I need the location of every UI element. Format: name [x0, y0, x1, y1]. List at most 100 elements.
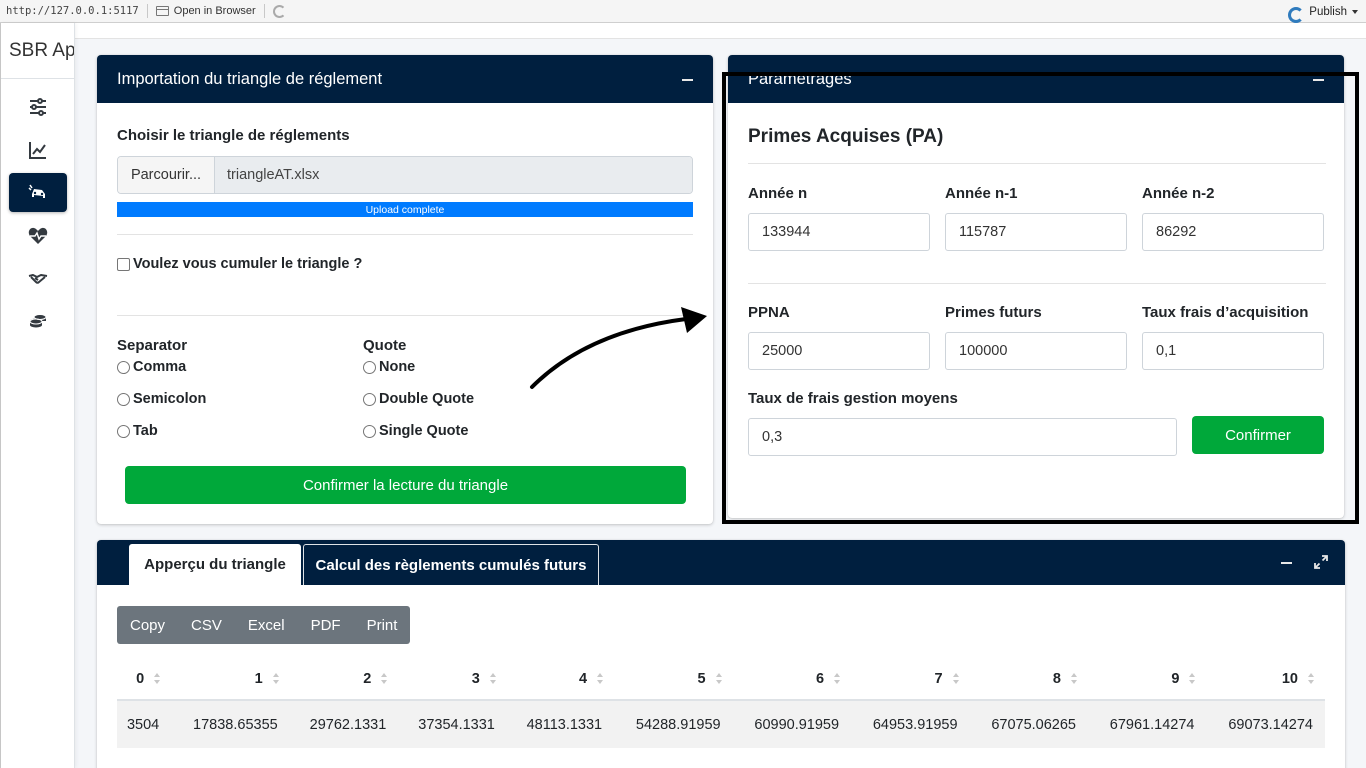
radio-icon[interactable] — [363, 360, 376, 374]
sort-icon — [952, 672, 960, 685]
pdf-button[interactable]: PDF — [298, 606, 354, 644]
collapse-icon[interactable] — [682, 79, 693, 81]
refresh-icon[interactable] — [272, 4, 286, 18]
table-cell: 48113.1331 — [506, 700, 615, 748]
car-crash-icon — [28, 184, 45, 198]
table-cell: 54288.91959 — [614, 700, 733, 748]
radio-label: None — [379, 359, 416, 375]
heartbeat-icon — [28, 227, 48, 244]
window-icon — [155, 6, 169, 16]
sidebar-item-car-crash[interactable] — [9, 173, 67, 212]
tab-bar: Apperçu du triangle Calcul des règlement… — [97, 540, 1345, 585]
radio-icon[interactable] — [117, 392, 130, 406]
sort-icon — [489, 672, 497, 685]
checkbox-box[interactable] — [117, 257, 130, 271]
column-header[interactable]: 1 — [171, 658, 290, 701]
radio-icon[interactable] — [117, 360, 130, 374]
radio-icon[interactable] — [117, 424, 130, 438]
column-header[interactable]: 10 — [1206, 658, 1325, 701]
radio-label: Single Quote — [379, 423, 469, 439]
cumulate-checkbox[interactable]: Voulez vous cumuler le triangle ? — [117, 256, 362, 272]
triangle-table: 0 1 2 3 4 5 6 7 8 9 10 3504 17838.65355 — [117, 658, 1325, 748]
radio-label: Tab — [133, 423, 158, 439]
divider — [117, 234, 693, 235]
collapse-icon[interactable] — [1281, 562, 1292, 564]
viewer-toolbar: http://127.0.0.1:5117 Open in Browser Pu… — [0, 0, 1366, 23]
sidebar-item-health[interactable] — [9, 216, 67, 255]
browse-button[interactable]: Parcourir... — [118, 157, 215, 193]
radio-icon[interactable] — [363, 392, 376, 406]
confirm-triangle-button[interactable]: Confirmer la lecture du triangle — [125, 466, 686, 504]
column-header[interactable]: 9 — [1088, 658, 1207, 701]
handshake-icon — [28, 273, 48, 284]
copy-button[interactable]: Copy — [117, 606, 178, 644]
radio-label: Semicolon — [133, 391, 207, 407]
file-input-label: Choisir le triangle de réglements — [117, 127, 350, 144]
sort-icon — [153, 672, 161, 685]
sort-icon — [380, 672, 388, 685]
import-card-header: Importation du triangle de réglement — [97, 55, 713, 103]
expand-icon[interactable] — [1314, 555, 1328, 569]
sidebar-item-chart[interactable] — [9, 130, 67, 169]
table-cell: 3504 — [117, 700, 172, 748]
sort-icon — [1307, 672, 1315, 685]
sort-icon — [833, 672, 841, 685]
column-header[interactable]: 5 — [614, 658, 733, 701]
separator-option-comma[interactable]: Comma — [117, 359, 186, 375]
csv-button[interactable]: CSV — [178, 606, 235, 644]
table-cell: 17838.65355 — [171, 700, 290, 748]
excel-button[interactable]: Excel — [235, 606, 298, 644]
url-text: http://127.0.0.1:5117 — [6, 5, 139, 17]
file-input[interactable]: Parcourir... triangleAT.xlsx — [117, 156, 693, 194]
table-cell: 67961.14274 — [1088, 700, 1207, 748]
import-card-title: Importation du triangle de réglement — [117, 69, 383, 88]
print-button[interactable]: Print — [354, 606, 411, 644]
column-header[interactable]: 6 — [732, 658, 852, 701]
import-card: Importation du triangle de réglement Cho… — [97, 55, 713, 524]
radio-label: Double Quote — [379, 391, 475, 407]
sidebar-item-handshake[interactable] — [9, 259, 67, 298]
sort-icon — [596, 672, 604, 685]
sort-icon — [715, 672, 723, 685]
app-frame: SBR App Importation du triangle — [0, 23, 1366, 768]
column-header[interactable]: 0 — [117, 658, 172, 701]
highlight-frame — [722, 72, 1359, 524]
quote-option-none[interactable]: None — [363, 359, 415, 375]
sidebar-item-parameters[interactable] — [9, 87, 67, 126]
column-header[interactable]: 2 — [289, 658, 399, 701]
column-header[interactable]: 3 — [398, 658, 507, 701]
sidebar-item-coins[interactable] — [9, 302, 67, 341]
column-header[interactable]: 4 — [506, 658, 615, 701]
quote-option-single[interactable]: Single Quote — [363, 423, 468, 439]
quote-option-double[interactable]: Double Quote — [363, 391, 474, 407]
brand-title[interactable]: SBR App — [1, 23, 74, 79]
separator-option-semicolon[interactable]: Semicolon — [117, 391, 206, 407]
sidebar-nav — [1, 79, 74, 341]
open-in-browser-button[interactable]: Open in Browser — [155, 5, 256, 17]
export-buttons: Copy CSV Excel PDF Print — [117, 606, 411, 644]
radio-label: Comma — [133, 359, 187, 375]
annotation-arrow-icon — [530, 307, 707, 389]
table-cell: 64953.91959 — [851, 700, 970, 748]
sidebar: SBR App — [1, 23, 75, 768]
toolbar-divider — [263, 4, 265, 18]
sort-icon — [272, 672, 280, 685]
toolbar-divider — [146, 4, 148, 18]
radio-icon[interactable] — [363, 424, 376, 438]
tab-calcul-reglements[interactable]: Calcul des règlements cumulés futurs — [303, 544, 599, 585]
publish-label: Publish — [1309, 5, 1347, 18]
table-cell: 37354.1331 — [398, 700, 507, 748]
coins-icon — [29, 313, 47, 327]
main-header — [75, 23, 1366, 39]
triangle-table-card: Apperçu du triangle Calcul des règlement… — [97, 540, 1345, 768]
column-header[interactable]: 8 — [969, 658, 1088, 701]
separator-option-tab[interactable]: Tab — [117, 423, 158, 439]
tab-apercu[interactable]: Apperçu du triangle — [129, 544, 301, 585]
separator-label: Separator — [117, 337, 188, 354]
chevron-down-icon — [1352, 9, 1358, 14]
sliders-icon — [30, 97, 46, 116]
column-header[interactable]: 7 — [851, 658, 970, 701]
table-cell: 29762.1331 — [289, 700, 399, 748]
publish-button[interactable]: Publish — [1288, 0, 1358, 23]
chart-line-icon — [29, 141, 46, 159]
